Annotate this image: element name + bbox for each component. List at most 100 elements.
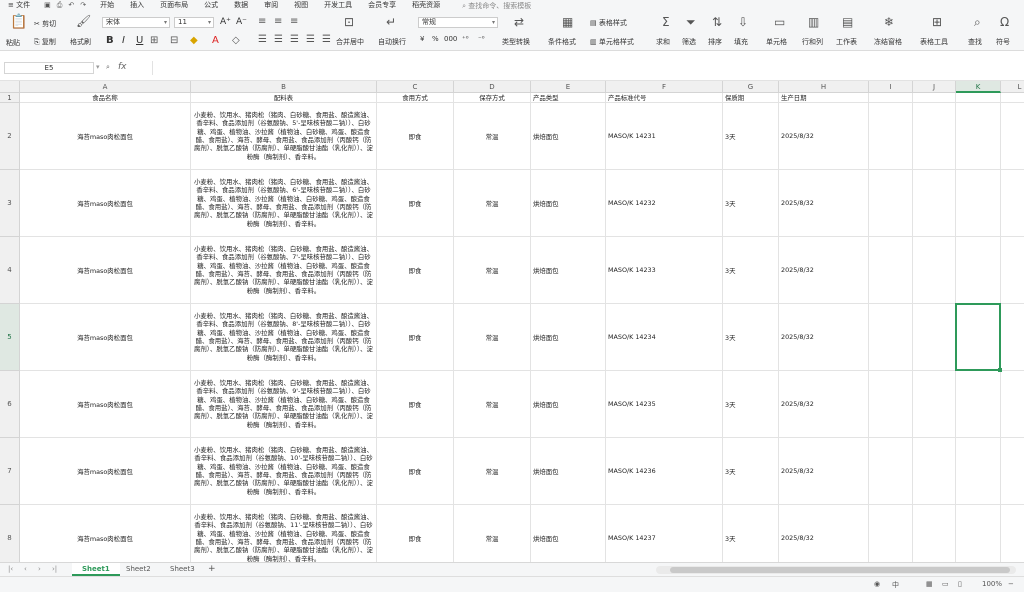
empty-cell[interactable] (869, 505, 913, 562)
zoom-level[interactable]: 100% (982, 580, 1002, 588)
empty-cell[interactable] (1001, 438, 1024, 505)
symbol-icon[interactable]: Ω (1000, 16, 1009, 28)
table-cell[interactable]: 2025/8/32 (779, 170, 869, 237)
table-cell[interactable]: 2025/8/32 (779, 304, 869, 371)
zoom-formula-icon[interactable]: ⌕ (106, 63, 110, 72)
empty-cell[interactable] (956, 170, 1001, 237)
empty-cell[interactable] (869, 93, 913, 103)
header-cell[interactable]: 食用方式 (377, 93, 454, 103)
find-button[interactable]: 查找 (968, 37, 982, 47)
empty-cell[interactable] (869, 438, 913, 505)
cut-button[interactable]: ✂ 剪切 (34, 19, 56, 29)
empty-cell[interactable] (913, 237, 956, 304)
table-cell[interactable]: 烘焙面包 (531, 371, 606, 438)
cell-button[interactable]: 单元格 (766, 37, 787, 47)
empty-cell[interactable] (913, 371, 956, 438)
undo-icon[interactable]: ↶ (68, 1, 74, 10)
table-cell[interactable]: 常温 (454, 371, 531, 438)
table-cell[interactable]: 常温 (454, 103, 531, 170)
decrease-decimal-button[interactable]: ⁻⁰ (478, 35, 485, 43)
table-cell[interactable]: MASO/K 14234 (606, 304, 723, 371)
empty-cell[interactable] (869, 170, 913, 237)
increase-decimal-button[interactable]: ⁺⁰ (462, 35, 469, 43)
table-cell[interactable]: 3天 (723, 505, 779, 562)
header-cell[interactable]: 产品标准代号 (606, 93, 723, 103)
empty-cell[interactable] (869, 304, 913, 371)
fx-icon[interactable]: fx (118, 62, 127, 72)
thousands-button[interactable]: 000 (444, 35, 457, 43)
copy-button[interactable]: ⎘ 复制 (34, 37, 56, 47)
table-cell[interactable]: 即食 (377, 237, 454, 304)
decrease-font-button[interactable]: A⁻ (236, 17, 247, 27)
empty-cell[interactable] (956, 371, 1001, 438)
empty-cell[interactable] (913, 304, 956, 371)
row-header[interactable]: 4 (0, 237, 20, 304)
empty-cell[interactable] (913, 170, 956, 237)
table-cell[interactable]: 常温 (454, 438, 531, 505)
empty-cell[interactable] (869, 237, 913, 304)
column-header[interactable]: L (1001, 81, 1024, 93)
page-layout-icon[interactable]: ▭ (942, 580, 949, 588)
table-cell[interactable]: MASO/K 14232 (606, 170, 723, 237)
empty-cell[interactable] (913, 93, 956, 103)
align-left-icon[interactable]: ☰ (258, 35, 267, 45)
table-cell[interactable]: 即食 (377, 304, 454, 371)
column-header[interactable]: G (723, 81, 779, 93)
cell-style-button[interactable]: ▥ 单元格样式 (590, 37, 634, 47)
table-cell[interactable]: MASO/K 14237 (606, 505, 723, 562)
input-method-icon[interactable]: 中 (892, 580, 899, 590)
tab-view[interactable]: 视图 (286, 0, 316, 11)
column-header[interactable]: D (454, 81, 531, 93)
filter-icon[interactable]: ⏷ (686, 16, 696, 28)
type-convert-icon[interactable]: ⇄ (514, 16, 524, 28)
horizontal-scrollbar[interactable] (656, 566, 1016, 574)
empty-cell[interactable] (1001, 103, 1024, 170)
table-cell[interactable]: 2025/8/32 (779, 103, 869, 170)
merge-center-button[interactable]: 合并居中 (336, 37, 364, 47)
border-icon[interactable]: ⊞ (150, 36, 158, 46)
empty-cell[interactable] (956, 237, 1001, 304)
column-header[interactable]: C (377, 81, 454, 93)
table-cell[interactable]: 烘焙面包 (531, 505, 606, 562)
table-tools-button[interactable]: 表格工具 (920, 37, 948, 47)
empty-cell[interactable] (1001, 237, 1024, 304)
align-center-icon[interactable]: ☰ (274, 35, 283, 45)
table-cell[interactable]: 烘焙面包 (531, 438, 606, 505)
format-painter-icon[interactable]: 🖌 (76, 15, 91, 27)
tab-data[interactable]: 数据 (226, 0, 256, 11)
empty-cell[interactable] (956, 93, 1001, 103)
column-header[interactable]: K (956, 81, 1001, 93)
distributed-icon[interactable]: ☰ (322, 35, 331, 45)
column-header[interactable]: I (869, 81, 913, 93)
row-col-icon[interactable]: ▥ (808, 16, 819, 28)
table-cell[interactable]: 2025/8/32 (779, 505, 869, 562)
table-cell[interactable]: 即食 (377, 505, 454, 562)
header-cell[interactable]: 产品类型 (531, 93, 606, 103)
type-convert-button[interactable]: 类型转换 (502, 37, 530, 47)
align-top-icon[interactable]: ≡ (258, 17, 266, 27)
row-header[interactable]: 1 (0, 93, 20, 103)
table-cell[interactable]: 小麦粉、饮用水、猪肉松（猪肉、白砂糖、食用盐、酿造酱油、香辛料、食品添加剂（谷氨… (191, 371, 377, 438)
formula-input[interactable] (152, 61, 1018, 75)
table-cell[interactable]: 即食 (377, 103, 454, 170)
table-cell[interactable]: 3天 (723, 170, 779, 237)
select-all-corner[interactable] (0, 81, 20, 93)
table-cell[interactable]: 2025/8/32 (779, 438, 869, 505)
empty-cell[interactable] (869, 371, 913, 438)
table-cell[interactable]: 烘焙面包 (531, 103, 606, 170)
sort-button[interactable]: 排序 (708, 37, 722, 47)
worksheet-icon[interactable]: ▤ (842, 16, 853, 28)
row-header[interactable]: 8 (0, 505, 20, 562)
table-cell[interactable]: MASO/K 14231 (606, 103, 723, 170)
row-header[interactable]: 2 (0, 103, 20, 170)
redo-icon[interactable]: ↷ (80, 1, 86, 10)
tab-formulas[interactable]: 公式 (196, 0, 226, 11)
symbol-button[interactable]: 符号 (996, 37, 1010, 47)
table-cell[interactable]: 烘焙面包 (531, 304, 606, 371)
prev-sheet-icon[interactable]: ‹ (24, 565, 27, 573)
sum-icon[interactable]: Σ (662, 16, 670, 28)
font-size-select[interactable]: 11 ▾ (174, 17, 214, 28)
scroll-thumb[interactable] (670, 567, 1010, 573)
increase-font-button[interactable]: A⁺ (220, 17, 231, 27)
table-cell[interactable]: 小麦粉、饮用水、猪肉松（猪肉、白砂糖、食用盐、酿造酱油、香辛料、食品添加剂（谷氨… (191, 304, 377, 371)
